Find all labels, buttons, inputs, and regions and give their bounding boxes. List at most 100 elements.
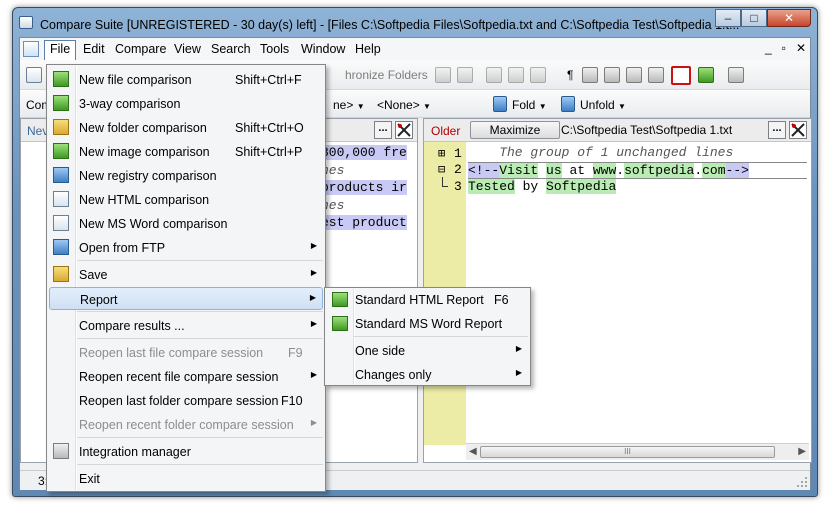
code-token: softpedia: [624, 163, 695, 178]
unfold-icon: [561, 96, 575, 112]
code-line: products ir: [321, 180, 407, 198]
minimize-button[interactable]: –: [715, 9, 741, 27]
menu-label: New image comparison: [79, 145, 210, 159]
menu-standard-html-report[interactable]: Standard HTML Report F6: [327, 288, 528, 311]
fold-icon: [493, 96, 507, 112]
mdi-minimize-button[interactable]: _: [765, 41, 772, 55]
menu-edit[interactable]: Edit: [78, 41, 110, 58]
menu-compare[interactable]: Compare: [110, 41, 171, 58]
columns-icon[interactable]: [626, 67, 642, 83]
expand-icon[interactable]: ⊞: [438, 146, 445, 161]
tools-icon[interactable]: [395, 121, 413, 139]
new-icon[interactable]: [26, 67, 42, 83]
document-icon[interactable]: [23, 41, 39, 57]
image-icon: [53, 143, 69, 159]
menu-label: 3-way comparison: [79, 97, 181, 111]
scroll-right-icon[interactable]: ▶: [798, 446, 806, 457]
menu-label: New registry comparison: [79, 169, 217, 183]
menu-new-ms-word-comparison[interactable]: New MS Word comparison: [49, 212, 323, 235]
resize-grip-icon[interactable]: [796, 476, 808, 488]
menu-view[interactable]: View: [169, 41, 206, 58]
menu-label: Reopen last file compare session: [79, 346, 264, 360]
menu-file[interactable]: File: [44, 40, 77, 60]
next-diff-icon[interactable]: [457, 67, 473, 83]
compare-mode-icon[interactable]: [582, 67, 598, 83]
scroll-thumb[interactable]: III: [480, 446, 775, 458]
code-line: est product: [321, 215, 407, 233]
menu-compare-results[interactable]: Compare results ... ▶: [49, 314, 323, 337]
menu-one-side[interactable]: One side ▶: [327, 339, 528, 362]
menu-shortcut: Shift+Ctrl+F: [235, 73, 302, 87]
code-line-3: Tested by Softpedia: [468, 179, 807, 196]
side-by-side-icon[interactable]: [604, 67, 620, 83]
filter-dropdown-2[interactable]: <None> ▼: [377, 98, 431, 112]
code-token: <!--: [468, 163, 500, 178]
horizontal-scrollbar[interactable]: ◀ III ▶: [466, 443, 809, 460]
menu-label: New folder comparison: [79, 121, 207, 135]
menu-new-html-comparison[interactable]: New HTML comparison: [49, 188, 323, 211]
left-line-5: est product: [321, 215, 407, 230]
merge-icon[interactable]: [530, 67, 546, 83]
menu-report[interactable]: Report ▶: [49, 287, 323, 310]
menu-new-image-comparison[interactable]: New image comparison Shift+Ctrl+P: [49, 140, 323, 163]
code-token: by: [514, 179, 547, 194]
fold-dropdown[interactable]: Fold ▼: [512, 98, 547, 112]
browse-button[interactable]: ...: [374, 121, 392, 139]
menu-exit[interactable]: Exit: [49, 467, 323, 490]
maximize-panel-button[interactable]: Maximize: [470, 121, 560, 139]
menu-new-folder-comparison[interactable]: New folder comparison Shift+Ctrl+O: [49, 116, 323, 139]
refresh-icon[interactable]: [698, 67, 714, 83]
right-code-view[interactable]: The group of 1 unchanged lines <!--Visit…: [468, 145, 807, 196]
save-icon: [53, 266, 69, 282]
pilcrow-icon[interactable]: ¶: [567, 68, 573, 82]
code-token: www: [592, 163, 617, 178]
highlight-case-icon[interactable]: [671, 66, 691, 85]
menu-new-registry-comparison[interactable]: New registry comparison: [49, 164, 323, 187]
mdi-close-button[interactable]: ✕: [796, 41, 806, 55]
copy-left-icon[interactable]: [486, 67, 502, 83]
filter-dropdown-1[interactable]: ne> ▼: [333, 98, 365, 112]
synchronize-folders-button[interactable]: hronize Folders: [345, 68, 428, 82]
options-icon[interactable]: [728, 67, 744, 83]
close-window-button[interactable]: ✕: [767, 9, 811, 27]
chevron-down-icon: ▼: [356, 102, 365, 111]
menu-separator: [77, 437, 323, 438]
prev-diff-icon[interactable]: [435, 67, 451, 83]
menu-separator: [77, 311, 323, 312]
fold-line: [442, 177, 443, 186]
menu-reopen-last-folder-session[interactable]: Reopen last folder compare session F10: [49, 389, 323, 412]
maximize-window-button[interactable]: □: [741, 9, 767, 27]
mdi-restore-button[interactable]: ▫: [782, 41, 786, 55]
menu-integration-manager[interactable]: Integration manager: [49, 440, 323, 463]
report-icon: [332, 292, 348, 307]
unfold-dropdown[interactable]: Unfold ▼: [580, 98, 626, 112]
menu-tools[interactable]: Tools: [255, 41, 294, 58]
menu-window[interactable]: Window: [296, 41, 350, 58]
menu-save[interactable]: Save ▶: [49, 263, 323, 286]
menu-label: New MS Word comparison: [79, 217, 228, 231]
menu-new-file-comparison[interactable]: New file comparison Shift+Ctrl+F: [49, 68, 323, 91]
menu-label: Standard HTML Report: [355, 293, 484, 307]
menu-changes-only[interactable]: Changes only ▶: [327, 363, 528, 386]
menu-reopen-recent-file-session[interactable]: Reopen recent file compare session ▶: [49, 365, 323, 388]
tools-icon[interactable]: [789, 121, 807, 139]
left-code-view[interactable]: 800,000 fre nes products ir nes est prod…: [321, 145, 407, 233]
app-icon[interactable]: [19, 16, 33, 29]
collapse-icon[interactable]: ⊟: [438, 162, 445, 177]
window-controls: – □ ✕: [715, 9, 811, 27]
menu-3-way-comparison[interactable]: 3-way comparison: [49, 92, 323, 115]
menu-help[interactable]: Help: [350, 41, 386, 58]
word-icon: [53, 215, 69, 231]
scroll-left-icon[interactable]: ◀: [469, 446, 477, 457]
copy-right-icon[interactable]: [508, 67, 524, 83]
lines-icon[interactable]: [648, 67, 664, 83]
menu-open-from-ftp[interactable]: Open from FTP ▶: [49, 236, 323, 259]
browse-button[interactable]: ...: [768, 121, 786, 139]
line-number-3: 3: [454, 179, 462, 194]
menu-label: Standard MS Word Report: [355, 317, 503, 331]
menu-standard-ms-word-report[interactable]: Standard MS Word Report: [327, 312, 528, 335]
file-menu: New file comparison Shift+Ctrl+F 3-way c…: [46, 64, 326, 492]
menu-search[interactable]: Search: [206, 41, 256, 58]
title-bar[interactable]: Compare Suite [UNREGISTERED - 30 day(s) …: [13, 8, 817, 36]
unchanged-group-line[interactable]: The group of 1 unchanged lines: [468, 145, 807, 162]
